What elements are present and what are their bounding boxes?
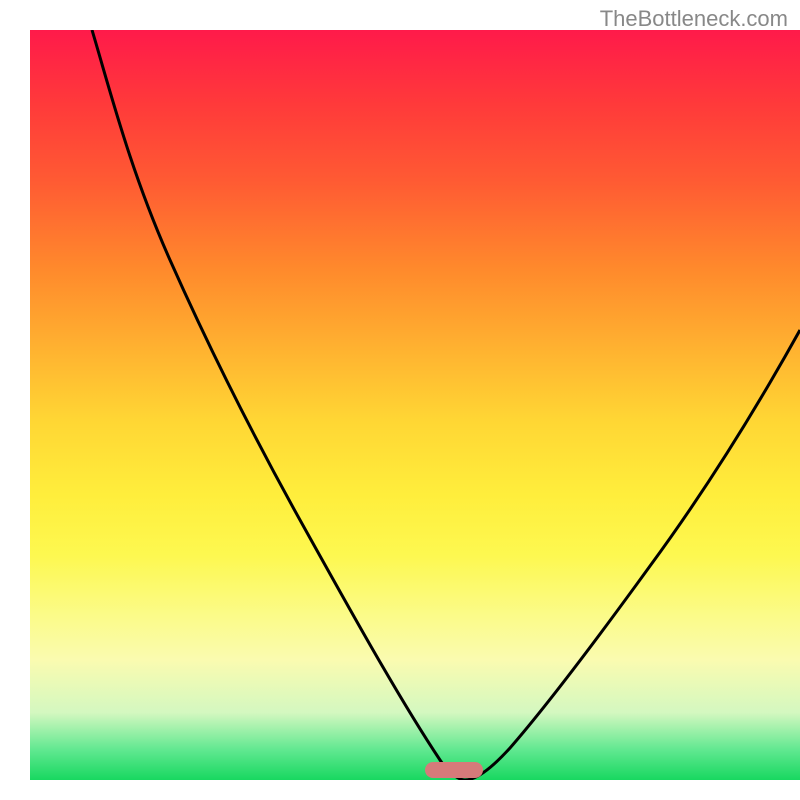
- chart-container: TheBottleneck.com: [0, 0, 800, 800]
- minimum-marker: [425, 762, 483, 778]
- plot-area: [30, 30, 800, 780]
- right-curve-path: [465, 330, 800, 780]
- watermark-text: TheBottleneck.com: [600, 6, 788, 32]
- curve-overlay: [30, 30, 800, 780]
- left-curve-path: [92, 30, 465, 780]
